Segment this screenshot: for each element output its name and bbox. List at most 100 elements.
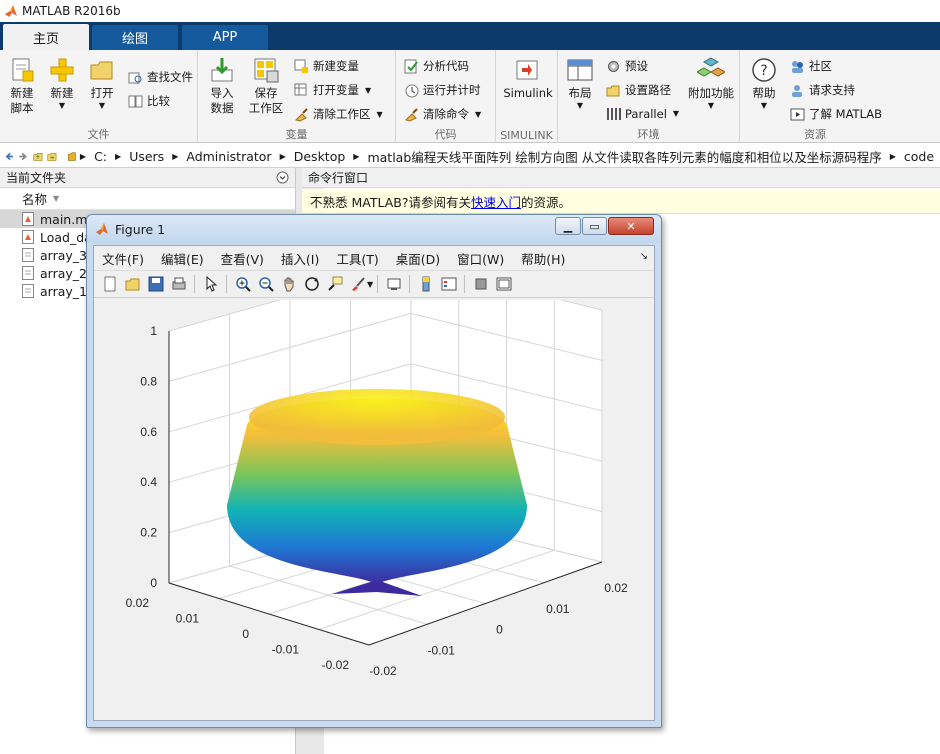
crumb-project[interactable]: matlab编程天线平面阵列 绘制方向图 从文件读取各阵列元素的幅度和相位以及坐… — [367, 147, 881, 166]
print-icon[interactable] — [171, 276, 187, 292]
section-environment-label: 环境 — [637, 128, 660, 141]
browse-folder-icon[interactable] — [47, 149, 57, 164]
set-path-icon — [606, 85, 620, 96]
request-support-button[interactable]: 请求支持 — [790, 82, 855, 98]
close-icon: ✕ — [626, 219, 636, 233]
addons-button[interactable]: 附加功能 ▼ — [686, 56, 736, 110]
preferences-button[interactable]: 预设 — [606, 58, 648, 74]
simulink-button[interactable]: Simulink — [500, 56, 556, 101]
open-label: 打开 — [90, 86, 114, 100]
crumb-code[interactable]: code — [904, 149, 934, 164]
svg-text:?: ? — [760, 63, 767, 79]
community-button[interactable]: 社区 — [790, 58, 832, 74]
dock-arrow-icon[interactable]: ↘ — [640, 251, 648, 262]
zoom-in-icon[interactable] — [235, 276, 251, 292]
import-data-button[interactable]: 导入 数据 — [204, 56, 240, 116]
section-file-label: 文件 — [87, 128, 110, 141]
new-script-button[interactable]: 新建 脚本 — [4, 56, 40, 116]
new-figure-icon[interactable] — [102, 276, 118, 292]
ribbon-tabs: 主页 绘图 APP — [0, 22, 940, 50]
back-icon[interactable] — [4, 149, 14, 164]
figure-window[interactable]: Figure 1 ▁ ▭ ✕ 文件(F) 编辑(E) 查看(V) 插入(I) 工… — [86, 214, 662, 728]
current-folder-title: 当前文件夹 — [6, 171, 67, 185]
layout-dropdown-icon: ▼ — [576, 101, 584, 110]
tab-apps[interactable]: APP — [182, 25, 268, 50]
clear-commands-button[interactable]: 清除命令 ▼ — [404, 106, 481, 122]
open-variable-button[interactable]: 打开变量 ▼ — [294, 82, 371, 98]
x-tick-label: 0.01 — [546, 602, 570, 616]
pan-hand-icon[interactable] — [281, 276, 297, 292]
run-and-time-button[interactable]: 运行并计时 — [404, 82, 481, 98]
open-button[interactable]: 打开 ▼ — [84, 56, 120, 110]
help-button[interactable]: ? 帮助 ▼ — [744, 56, 784, 110]
forward-icon[interactable] — [18, 149, 28, 164]
layout-button[interactable]: 布局 ▼ — [562, 56, 598, 110]
brush-dropdown-icon[interactable]: ▼ — [367, 280, 373, 289]
text-file-icon — [22, 266, 34, 280]
menu-help[interactable]: 帮助(H) — [521, 249, 565, 268]
find-files-button[interactable]: 查找文件 — [128, 69, 193, 85]
run-time-icon — [405, 84, 419, 97]
plus-icon — [50, 58, 74, 82]
up-folder-icon[interactable] — [33, 149, 43, 164]
rotate-3d-icon[interactable] — [304, 276, 320, 292]
brush-icon[interactable] — [350, 276, 366, 292]
name-column-header[interactable]: 名称 ▼ — [0, 188, 295, 210]
new-script-label-2: 脚本 — [10, 101, 34, 115]
crumb-drive[interactable]: C: — [94, 149, 107, 164]
quick-start-link[interactable]: 快速入门 — [471, 192, 521, 211]
parallel-button[interactable]: Parallel ▼ — [606, 106, 679, 121]
learn-matlab-button[interactable]: 了解 MATLAB — [790, 106, 882, 122]
data-cursor-icon[interactable] — [327, 276, 343, 292]
file-name: Load_da — [40, 229, 92, 245]
crumb-desktop[interactable]: Desktop — [294, 149, 346, 164]
menu-desktop[interactable]: 桌面(D) — [396, 249, 440, 268]
new-variable-button[interactable]: 新建变量 — [294, 58, 359, 74]
link-plot-icon[interactable] — [386, 276, 402, 292]
panel-menu-icon[interactable] — [276, 171, 289, 184]
legend-icon[interactable] — [441, 276, 457, 292]
m-file-icon — [22, 230, 34, 244]
clear-workspace-button[interactable]: 清除工作区 ▼ — [294, 106, 383, 122]
colorbar-icon[interactable] — [418, 276, 434, 292]
analyze-code-button[interactable]: 分析代码 — [404, 58, 469, 74]
menu-file[interactable]: 文件(F) — [102, 249, 144, 268]
save-workspace-button[interactable]: 保存 工作区 — [246, 56, 286, 116]
preferences-label: 预设 — [625, 59, 648, 73]
y-tick-label: 0.02 — [126, 596, 150, 610]
minimize-button[interactable]: ▁ — [555, 217, 581, 235]
menu-view[interactable]: 查看(V) — [221, 249, 264, 268]
root-folder-icon[interactable] — [67, 149, 77, 164]
set-path-button[interactable]: 设置路径 — [606, 82, 671, 98]
learn-matlab-label: 了解 MATLAB — [809, 107, 883, 121]
figure-menubar: 文件(F) 编辑(E) 查看(V) 插入(I) 工具(T) 桌面(D) 窗口(W… — [94, 246, 654, 271]
plot-area[interactable]: 0 0.2 0.4 0.6 0.8 1 0.02 0.01 0 -0.01 -0.02 -0.02 -0… — [94, 300, 654, 720]
menu-insert[interactable]: 插入(I) — [281, 249, 319, 268]
tab-home[interactable]: 主页 — [3, 24, 89, 50]
menu-window[interactable]: 窗口(W) — [457, 249, 504, 268]
close-button[interactable]: ✕ — [608, 217, 654, 235]
section-variable-label: 变量 — [285, 128, 308, 141]
figure-content: 文件(F) 编辑(E) 查看(V) 插入(I) 工具(T) 桌面(D) 窗口(W… — [93, 245, 655, 721]
menu-edit[interactable]: 编辑(E) — [161, 249, 204, 268]
open-file-icon[interactable] — [125, 276, 141, 292]
save-icon[interactable] — [148, 276, 164, 292]
crumb-administrator[interactable]: Administrator — [186, 149, 271, 164]
hide-plot-tools-icon[interactable] — [473, 276, 489, 292]
maximize-button[interactable]: ▭ — [582, 217, 607, 235]
run-and-time-label: 运行并计时 — [423, 83, 481, 97]
addons-icon — [697, 57, 725, 77]
new-button[interactable]: 新建 ▼ — [44, 56, 80, 110]
set-path-label: 设置路径 — [625, 83, 671, 97]
show-plot-tools-icon[interactable] — [496, 276, 512, 292]
crumb-separator-icon: ▶ — [79, 151, 87, 161]
tab-plots[interactable]: 绘图 — [92, 25, 178, 50]
minimize-icon: ▁ — [563, 219, 573, 233]
crumb-users[interactable]: Users — [129, 149, 164, 164]
pointer-icon[interactable] — [203, 276, 219, 292]
ribbon: 新建 脚本 新建 ▼ 打开 ▼ 查找文件 比较 文件 导入 数据 保存 工作区 … — [0, 50, 940, 143]
toolbar-separator — [194, 275, 195, 293]
zoom-out-icon[interactable] — [258, 276, 274, 292]
compare-button[interactable]: 比较 — [128, 93, 170, 109]
menu-tools[interactable]: 工具(T) — [336, 249, 378, 268]
